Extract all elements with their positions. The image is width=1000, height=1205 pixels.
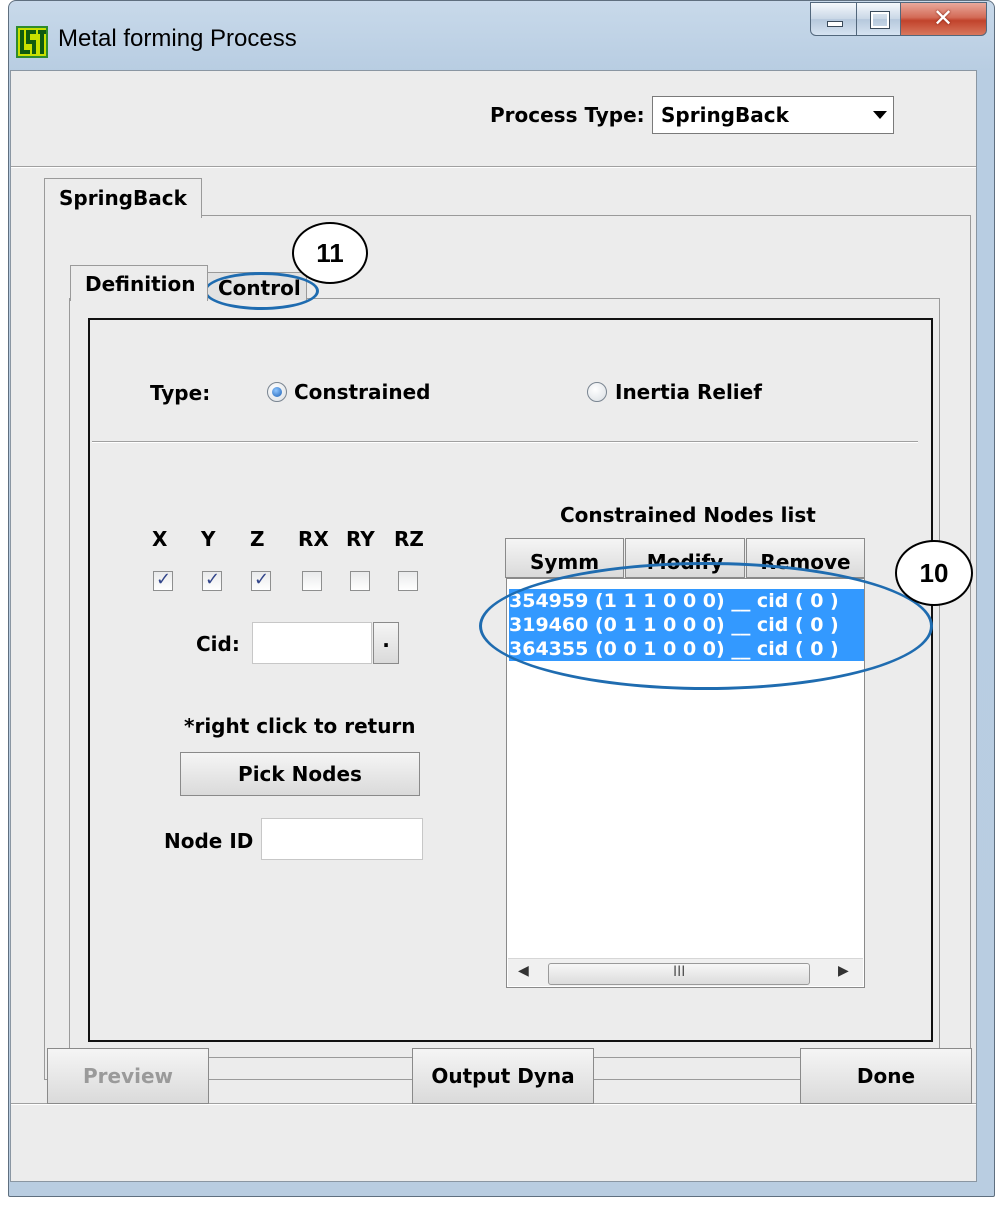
scroll-right-arrow-icon[interactable]: ▶ [838,963,849,979]
dof-checkbox-z[interactable]: ✓ [251,569,271,591]
minimize-button[interactable] [810,2,857,36]
dof-checkbox-y[interactable]: ✓ [202,569,222,591]
scroll-left-arrow-icon[interactable]: ◀ [518,963,529,979]
inertia-relief-radio[interactable] [587,382,607,402]
dof-checkbox-x[interactable]: ✓ [153,569,173,591]
tab-springback[interactable]: SpringBack [44,178,202,218]
checkmark-icon: ✓ [254,569,270,590]
dof-label-rx: RX [298,527,329,551]
dof-checkbox-rx[interactable] [302,571,322,591]
right-click-hint: *right click to return [184,714,416,738]
pick-nodes-button[interactable]: Pick Nodes [180,752,420,796]
app-logo-icon [16,26,48,58]
window-title: Metal forming Process [58,25,297,52]
minimize-icon [827,21,843,27]
dof-label-ry: RY [346,527,375,551]
inertia-relief-label: Inertia Relief [615,380,762,404]
tab-springback-label: SpringBack [59,186,187,210]
tab-definition-label: Definition [85,272,196,296]
maximize-button[interactable] [856,2,901,36]
dof-checkbox-rz[interactable] [398,571,418,591]
dof-checkbox-ry[interactable] [350,571,370,591]
dof-label-y: Y [201,527,216,551]
node-id-label: Node ID [164,829,254,853]
output-dyna-button[interactable]: Output Dyna [412,1048,594,1104]
dof-label-z: Z [250,527,265,551]
node-id-input[interactable] [261,818,423,860]
process-type-label: Process Type: [490,103,645,127]
chevron-down-icon [873,111,887,119]
callout-number-11: 11 [292,222,368,284]
cid-input[interactable] [252,622,372,664]
scroll-grip: III [673,964,686,980]
checkmark-icon: ✓ [156,569,172,590]
horizontal-scrollbar[interactable]: ◀ III ▶ [508,958,863,986]
nodes-list-title: Constrained Nodes list [560,503,816,527]
dof-label-x: X [152,527,168,551]
constrained-label: Constrained [294,380,431,404]
close-icon: ✕ [933,4,954,32]
process-type-value: SpringBack [661,103,789,127]
type-divider [92,441,918,443]
tab-definition[interactable]: Definition [70,265,208,301]
dof-label-rz: RZ [394,527,424,551]
process-type-select[interactable]: SpringBack [652,96,894,134]
header-divider [11,166,976,168]
close-button[interactable]: ✕ [900,2,987,36]
checkmark-icon: ✓ [205,569,221,590]
control-tab-callout-ellipse [204,272,319,310]
type-label: Type: [150,381,211,405]
constrained-radio[interactable] [267,382,287,402]
preview-button[interactable]: Preview [47,1048,209,1104]
cid-picker-button[interactable]: . [373,622,399,664]
scroll-thumb[interactable]: III [548,963,810,985]
callout-number-10: 10 [895,540,973,606]
maximize-icon [870,11,890,29]
nodes-list-callout-ellipse [479,562,933,690]
done-button[interactable]: Done [800,1048,972,1104]
cid-label: Cid: [196,632,240,656]
